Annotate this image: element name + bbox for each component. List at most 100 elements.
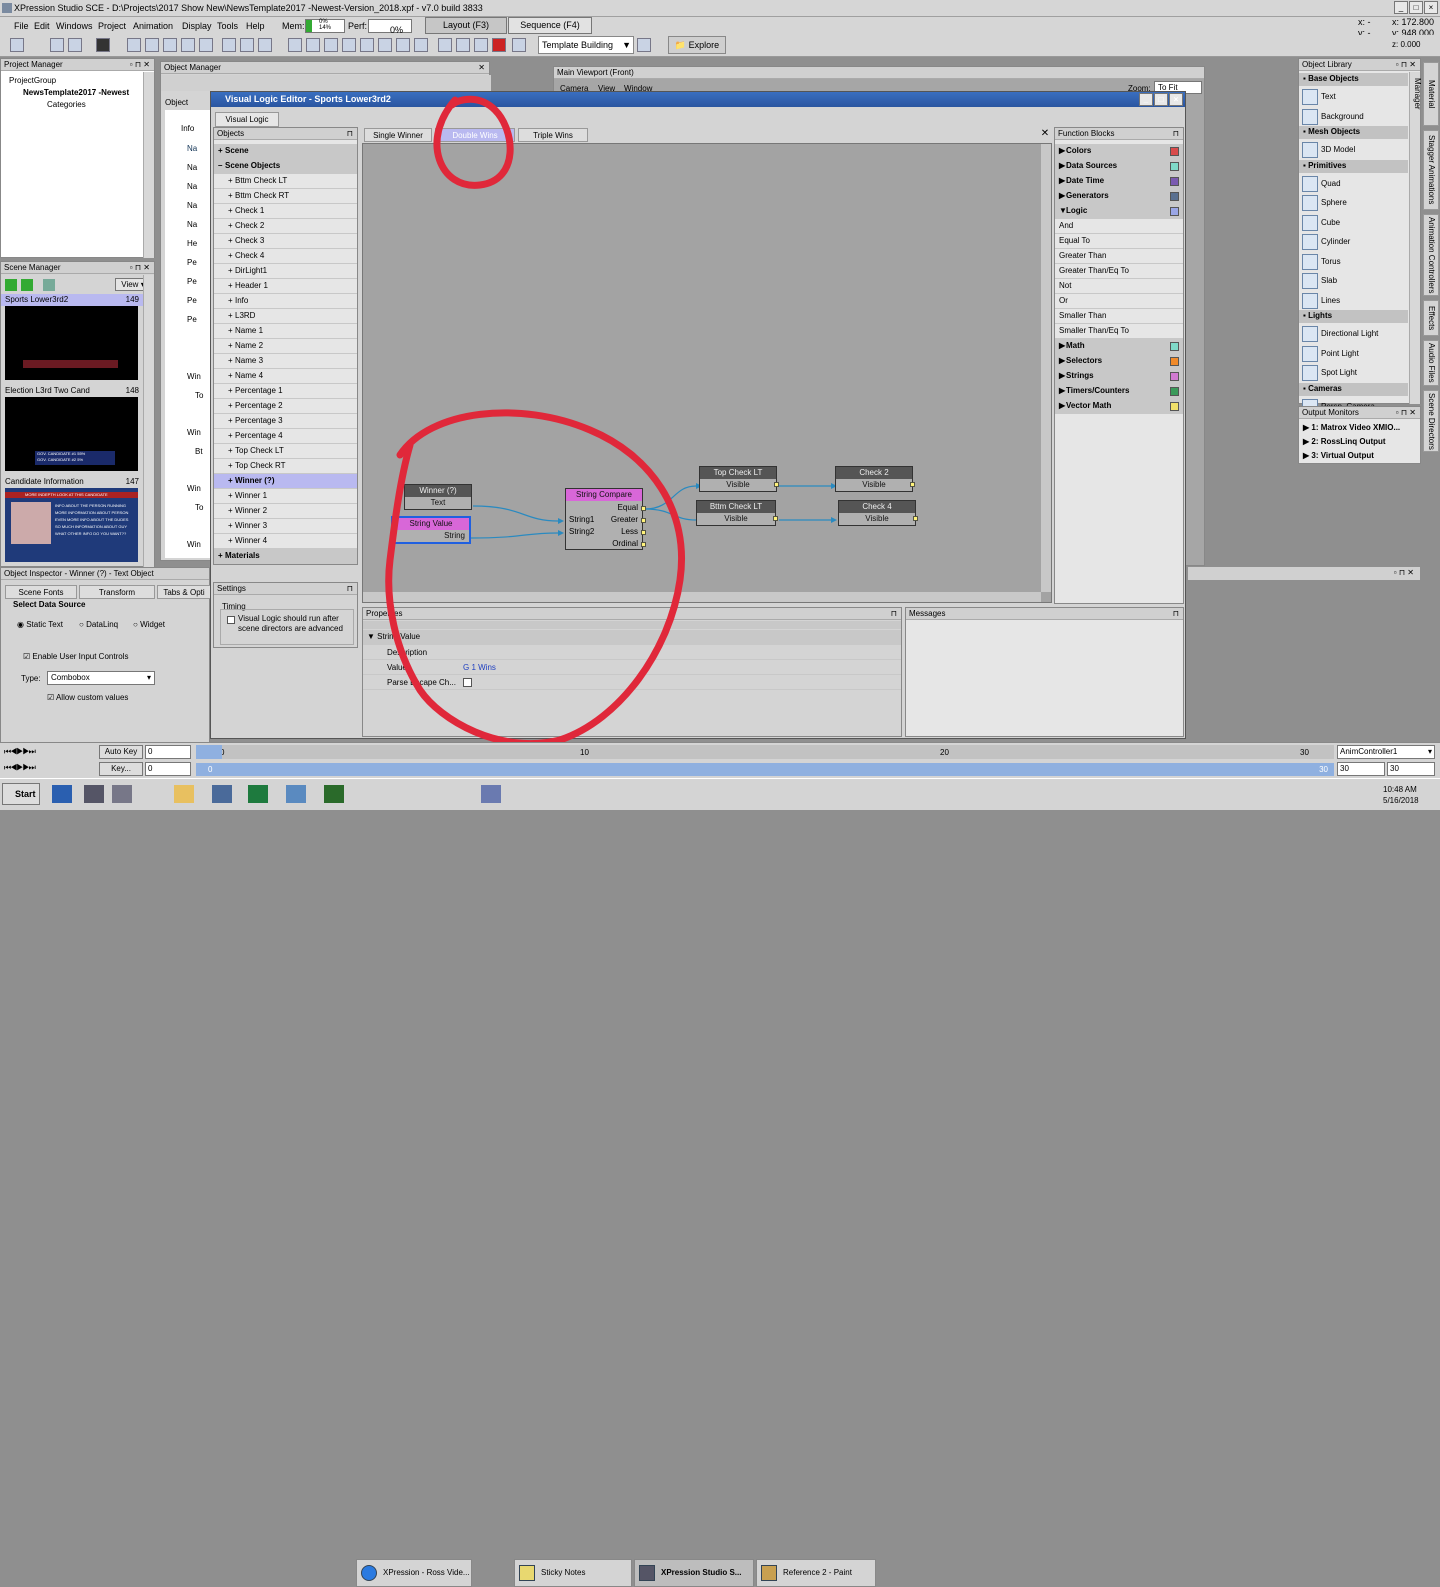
copy-icon[interactable] bbox=[222, 38, 236, 52]
menu-help[interactable]: Help bbox=[246, 21, 265, 31]
object-item[interactable]: + Name 2 bbox=[214, 339, 357, 354]
align-bottom-icon[interactable] bbox=[378, 38, 392, 52]
playhead[interactable] bbox=[196, 745, 222, 759]
menu-windows[interactable]: Windows bbox=[56, 21, 93, 31]
object-item[interactable]: + Winner 1 bbox=[214, 489, 357, 504]
expand-icon[interactable]: + bbox=[228, 219, 235, 233]
graph-canvas[interactable]: Winner (?) Text String Value String Stri… bbox=[362, 143, 1052, 603]
pivot-icon[interactable] bbox=[199, 38, 213, 52]
port-connector[interactable] bbox=[913, 516, 918, 521]
object-item[interactable]: + Name 3 bbox=[214, 354, 357, 369]
port-connector[interactable] bbox=[641, 542, 646, 547]
tree-item[interactable]: Na bbox=[187, 182, 197, 191]
align-right-icon[interactable] bbox=[324, 38, 338, 52]
expand-icon[interactable]: ▶ bbox=[1059, 159, 1066, 173]
parse-escape-checkbox[interactable] bbox=[463, 678, 472, 687]
library-group-header[interactable]: ▪ Cameras bbox=[1299, 382, 1408, 396]
stop-icon[interactable] bbox=[96, 38, 110, 52]
task-paint[interactable]: Reference 2 - Paint bbox=[756, 1559, 876, 1587]
side-tab-audio-files[interactable]: Audio Files bbox=[1423, 340, 1439, 386]
menu-tools[interactable]: Tools bbox=[217, 21, 238, 31]
prop-section-header[interactable]: ▼ String Value bbox=[363, 630, 901, 645]
side-tab-stagger-animations[interactable]: Stagger Animations bbox=[1423, 130, 1439, 210]
fb-item[interactable]: Smaller Than/Eq To bbox=[1055, 324, 1183, 339]
expand-icon[interactable]: + bbox=[228, 174, 235, 188]
object-item[interactable]: + Winner (?) bbox=[214, 474, 357, 489]
add-group-icon[interactable] bbox=[21, 279, 33, 291]
node-top-check-lt[interactable]: Top Check LT Visible bbox=[699, 466, 777, 492]
fb-category[interactable]: ▶Timers/Counters bbox=[1055, 384, 1183, 399]
library-item[interactable]: Torus bbox=[1299, 252, 1408, 272]
layout-button[interactable]: Layout (F3) bbox=[425, 17, 507, 34]
object-item[interactable]: + Winner 2 bbox=[214, 504, 357, 519]
expand-icon[interactable]: ▼ bbox=[1059, 204, 1067, 218]
timeline-transport-top[interactable]: ⏮◀▶▶⏭ bbox=[4, 747, 36, 757]
node-string-value[interactable]: String Value String bbox=[391, 516, 471, 544]
pin-icon[interactable]: ▫ ⊓ ✕ bbox=[1394, 568, 1414, 577]
tree-categories[interactable]: Categories bbox=[47, 100, 86, 109]
scene-thumbnail[interactable] bbox=[5, 306, 138, 380]
library-item[interactable]: Directional Light bbox=[1299, 324, 1408, 344]
project-manager-scrollbar[interactable] bbox=[143, 72, 154, 258]
tree-item[interactable]: Win bbox=[187, 428, 201, 437]
grid-icon[interactable] bbox=[456, 38, 470, 52]
fb-category[interactable]: ▶Vector Math bbox=[1055, 399, 1183, 414]
close-icon[interactable]: ✕ bbox=[478, 62, 485, 73]
expand-icon[interactable]: + bbox=[228, 489, 235, 503]
menu-edit[interactable]: Edit bbox=[34, 21, 50, 31]
expand-icon[interactable]: + bbox=[228, 264, 235, 278]
expand-icon[interactable]: + bbox=[228, 519, 235, 533]
object-item[interactable]: + Bttm Check RT bbox=[214, 189, 357, 204]
object-item[interactable]: + DirLight1 bbox=[214, 264, 357, 279]
object-item[interactable]: + Header 1 bbox=[214, 279, 357, 294]
object-item[interactable]: + Check 4 bbox=[214, 249, 357, 264]
object-item[interactable]: + Info bbox=[214, 294, 357, 309]
render-icon[interactable] bbox=[474, 38, 488, 52]
object-item[interactable]: + Check 3 bbox=[214, 234, 357, 249]
expand-icon[interactable]: + bbox=[228, 369, 235, 383]
graph-hscrollbar[interactable] bbox=[363, 592, 1041, 602]
tree-item[interactable]: To bbox=[195, 503, 203, 512]
port-connector[interactable] bbox=[910, 482, 915, 487]
object-tree[interactable]: Info Na Na Na Na Na He Pe Pe Pe Pe Win T… bbox=[165, 110, 211, 558]
expand-icon[interactable]: + bbox=[228, 279, 235, 293]
object-item[interactable]: + Winner 3 bbox=[214, 519, 357, 534]
close-button[interactable]: × bbox=[1169, 93, 1183, 106]
library-item[interactable]: Text bbox=[1299, 87, 1408, 107]
object-item[interactable]: + Check 2 bbox=[214, 219, 357, 234]
object-item[interactable]: + Name 1 bbox=[214, 324, 357, 339]
expand-icon[interactable]: ▶ bbox=[1059, 144, 1066, 158]
library-item[interactable]: Sphere bbox=[1299, 193, 1408, 213]
type-select[interactable]: Combobox ▾ bbox=[47, 671, 155, 685]
menu-project[interactable]: Project bbox=[98, 21, 126, 31]
menu-display[interactable]: Display bbox=[182, 21, 212, 31]
distribute-h-icon[interactable] bbox=[396, 38, 410, 52]
tree-item[interactable]: Na bbox=[187, 201, 197, 210]
template-select[interactable]: Template Building ▼ bbox=[538, 36, 634, 54]
end-frame-field[interactable]: 30 bbox=[1387, 762, 1435, 776]
tool-icon[interactable] bbox=[10, 38, 24, 52]
expand-icon[interactable]: + bbox=[228, 339, 235, 353]
expand-icon[interactable]: + bbox=[228, 354, 235, 368]
expand-icon[interactable]: + bbox=[228, 534, 235, 548]
monitor-item[interactable]: ▶ 1: Matrox Video XMIO... bbox=[1303, 423, 1400, 432]
expand-icon[interactable]: + bbox=[228, 444, 235, 458]
expand-icon[interactable]: + bbox=[228, 429, 235, 443]
task-sticky-notes[interactable]: Sticky Notes bbox=[514, 1559, 632, 1587]
checkbox-allow-custom[interactable]: ☑ Allow custom values bbox=[47, 693, 128, 702]
desktop-icon[interactable] bbox=[52, 785, 72, 803]
port-connector[interactable] bbox=[641, 530, 646, 535]
fb-category[interactable]: ▶Math bbox=[1055, 339, 1183, 354]
port-connector[interactable] bbox=[641, 518, 646, 523]
tree-item[interactable]: Pe bbox=[187, 296, 197, 305]
expand-icon[interactable]: ▶ bbox=[1059, 384, 1066, 398]
fb-category[interactable]: ▼Logic bbox=[1055, 204, 1183, 219]
redo-icon[interactable] bbox=[258, 38, 272, 52]
expand-icon[interactable]: ▶ bbox=[1059, 339, 1066, 353]
save-all-icon[interactable] bbox=[68, 38, 82, 52]
fb-item[interactable]: Not bbox=[1055, 279, 1183, 294]
port-connector[interactable] bbox=[774, 482, 779, 487]
objects-scene-header[interactable]: + Scene bbox=[214, 144, 357, 159]
fb-category[interactable]: ▶Date Time bbox=[1055, 174, 1183, 189]
object-item[interactable]: + Check 1 bbox=[214, 204, 357, 219]
